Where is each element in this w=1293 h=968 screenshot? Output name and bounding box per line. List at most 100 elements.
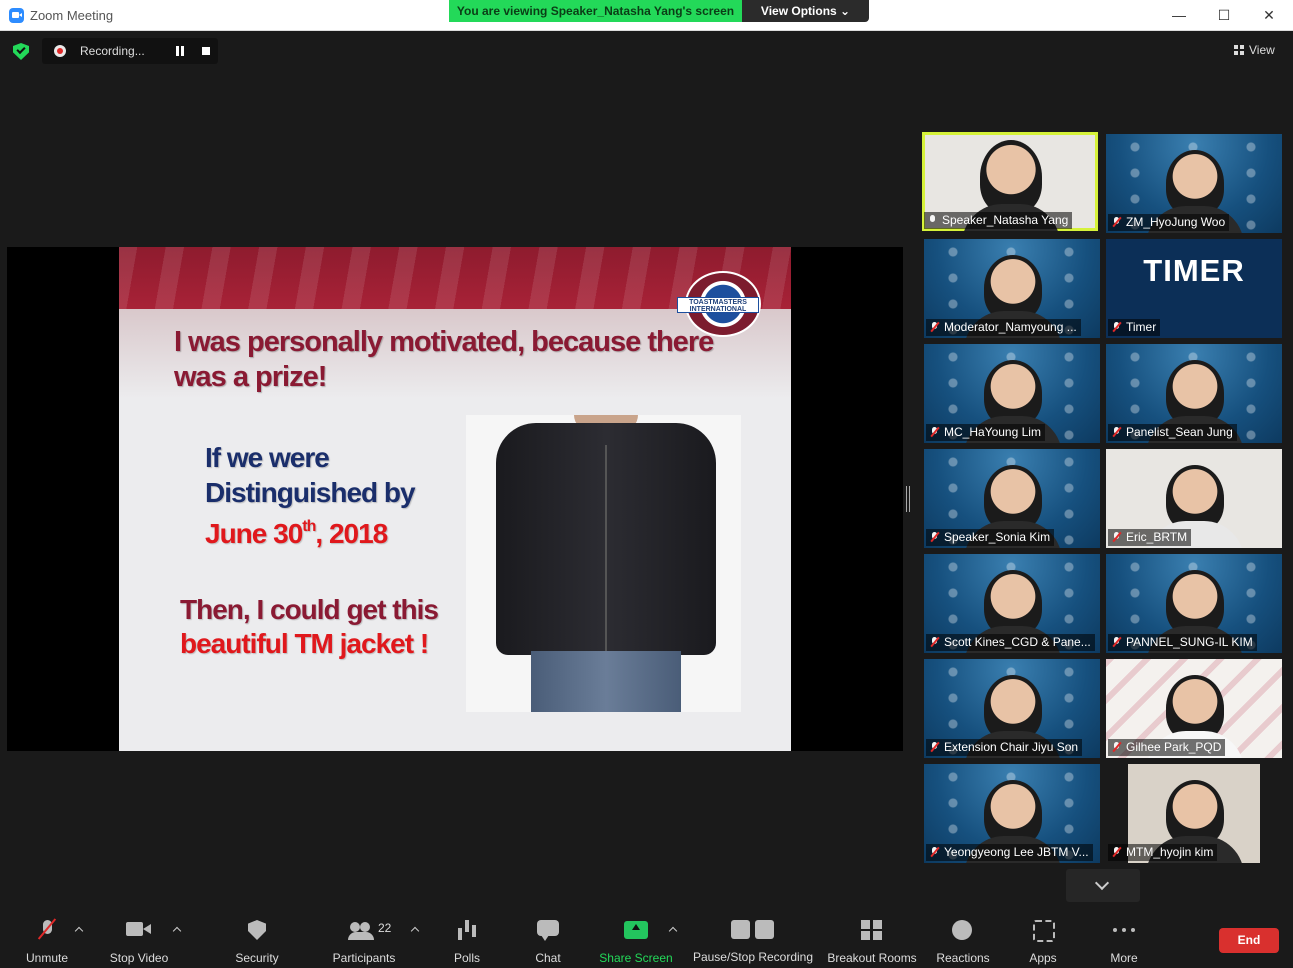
breakout-rooms-button[interactable]: Breakout Rooms — [826, 918, 918, 968]
video-tile-mtm-hyojin-kim[interactable]: MTM_hyojin kim — [1106, 764, 1282, 863]
unmute-button[interactable]: Unmute — [20, 918, 74, 968]
video-tile-extension-chair-jiyu-son[interactable]: Extension Chair Jiyu Son — [924, 659, 1100, 758]
security-button[interactable]: Security — [228, 918, 286, 968]
toastmasters-logo-text: TOASTMASTERS INTERNATIONAL — [677, 297, 759, 313]
participant-name-text: MTM_hyojin kim — [1126, 845, 1214, 859]
breakout-rooms-label: Breakout Rooms — [827, 951, 917, 965]
participant-name-text: Timer — [1126, 320, 1157, 334]
apps-label: Apps — [1029, 951, 1057, 965]
participant-name: Moderator_Namyoung ... — [926, 319, 1081, 336]
participant-name-text: MC_HaYoung Lim — [944, 425, 1041, 439]
slide-headline-line1: I was personally motivated, because ther… — [174, 326, 714, 358]
mic-muted-icon — [930, 322, 939, 332]
gallery-scroll-down-button[interactable] — [1066, 869, 1140, 902]
end-meeting-button[interactable]: End — [1219, 928, 1279, 953]
participants-label: Participants — [332, 951, 396, 965]
video-tile-moderator-namyoung[interactable]: Moderator_Namyoung ... — [924, 239, 1100, 338]
slide-then-line: Then, I could get this — [180, 594, 439, 625]
split-resize-handle[interactable] — [906, 486, 910, 512]
more-button[interactable]: More — [1104, 918, 1144, 968]
apps-icon — [1033, 918, 1055, 942]
security-label: Security — [235, 951, 279, 965]
video-camera-icon — [126, 918, 152, 942]
video-tile-gilhee-park[interactable]: Gilhee Park_PQD — [1106, 659, 1282, 758]
recording-dot-icon — [54, 45, 66, 57]
mic-muted-icon — [1112, 217, 1121, 227]
participant-video — [980, 140, 1042, 214]
share-screen-arrow-icon — [624, 918, 648, 942]
participant-name: MC_HaYoung Lim — [926, 424, 1045, 441]
zoom-meeting-window: Zoom Meeting — ☐ ✕ You are viewing Speak… — [0, 0, 1293, 968]
recording-label: Recording... — [80, 44, 145, 58]
slide-headline-line2: was a prize! — [174, 361, 327, 393]
participants-count: 22 — [378, 921, 392, 935]
window-title: Zoom Meeting — [30, 8, 114, 23]
share-screen-button[interactable]: Share Screen — [598, 918, 674, 968]
more-label: More — [1110, 951, 1138, 965]
mic-muted-icon — [1112, 847, 1121, 857]
reactions-label: Reactions — [936, 951, 990, 965]
pause-recording-icon[interactable] — [175, 46, 185, 56]
pause-stop-recording-label: Pause/Stop Recording — [692, 950, 814, 964]
mic-muted-icon — [930, 847, 939, 857]
viewing-screen-banner: You are viewing Speaker_Natasha Yang's s… — [449, 0, 742, 22]
slide-date-sup: th — [302, 518, 316, 535]
slide-then-red-line: beautiful TM jacket ! — [180, 628, 429, 659]
video-tile-timer[interactable]: TIMER Timer — [1106, 239, 1282, 338]
reactions-button[interactable]: Reactions — [934, 918, 992, 968]
polls-chart-icon — [458, 918, 476, 942]
participant-name: Extension Chair Jiyu Son — [926, 739, 1083, 756]
participant-name-text: Moderator_Namyoung ... — [944, 320, 1077, 334]
timer-display: TIMER — [1143, 253, 1245, 288]
participant-name: Yeongyeong Lee JBTM V... — [926, 844, 1093, 861]
pause-stop-recording-button[interactable]: Pause/Stop Recording — [692, 918, 814, 968]
polls-label: Polls — [453, 951, 480, 965]
mic-on-icon — [928, 215, 937, 225]
participant-name-text: Extension Chair Jiyu Son — [944, 740, 1079, 754]
recording-indicator: Recording... — [42, 38, 218, 64]
zoom-app-icon — [9, 8, 24, 23]
participant-name: Timer — [1108, 319, 1161, 336]
participant-name-text: PANNEL_SUNG-IL KIM — [1126, 635, 1253, 649]
video-tile-speaker-sonia-kim[interactable]: Speaker_Sonia Kim — [924, 449, 1100, 548]
apps-button[interactable]: Apps — [1022, 918, 1064, 968]
video-tile-zm-hyojung-woo[interactable]: ZM_HyoJung Woo — [1106, 134, 1282, 233]
participant-name-text: Yeongyeong Lee JBTM V... — [944, 845, 1089, 859]
video-tile-scott-kines[interactable]: Scott Kines_CGD & Pane... — [924, 554, 1100, 653]
participant-name-text: Scott Kines_CGD & Pane... — [944, 635, 1091, 649]
maximize-button[interactable]: ☐ — [1201, 0, 1247, 31]
stop-video-button[interactable]: Stop Video — [104, 918, 174, 968]
jacket-zip — [605, 445, 607, 655]
participant-name-text: Eric_BRTM — [1126, 530, 1188, 544]
chat-bubble-icon — [537, 918, 559, 942]
share-screen-label: Share Screen — [599, 951, 673, 965]
security-shield-icon — [248, 918, 266, 942]
mic-muted-icon — [930, 427, 939, 437]
video-tile-eric-brtm[interactable]: Eric_BRTM — [1106, 449, 1282, 548]
video-tile-pannel-sung-il-kim[interactable]: PANNEL_SUNG-IL KIM — [1106, 554, 1282, 653]
shared-screen: TOASTMASTERS INTERNATIONAL I was persona… — [7, 247, 903, 751]
participant-name-text: Gilhee Park_PQD — [1126, 740, 1222, 754]
stop-recording-icon[interactable] — [202, 47, 210, 55]
participant-name: ZM_HyoJung Woo — [1108, 214, 1230, 231]
participant-name: Panelist_Sean Jung — [1108, 424, 1237, 441]
mic-muted-icon — [1112, 742, 1121, 752]
participant-name: PANNEL_SUNG-IL KIM — [1108, 634, 1257, 651]
mic-muted-icon — [1112, 427, 1121, 437]
slide-date-year: , 2018 — [315, 518, 388, 549]
view-layout-button[interactable]: View — [1234, 43, 1275, 57]
unmute-label: Unmute — [25, 951, 69, 965]
more-dots-icon — [1113, 918, 1135, 942]
video-tile-speaker-natasha-yang[interactable]: Speaker_Natasha Yang — [922, 132, 1098, 231]
close-button[interactable]: ✕ — [1246, 0, 1292, 31]
video-tile-mc-hayoung-lim[interactable]: MC_HaYoung Lim — [924, 344, 1100, 443]
participant-name: Eric_BRTM — [1108, 529, 1192, 546]
slide-headline: I was personally motivated, because ther… — [174, 325, 734, 395]
minimize-button[interactable]: — — [1156, 0, 1202, 31]
video-tile-panelist-sean-jung[interactable]: Panelist_Sean Jung — [1106, 344, 1282, 443]
video-tile-yeongyeong-lee[interactable]: Yeongyeong Lee JBTM V... — [924, 764, 1100, 863]
view-options-button[interactable]: View Options ⌄ — [742, 0, 869, 22]
slide-date-main: June 30 — [205, 518, 303, 549]
chat-button[interactable]: Chat — [528, 918, 568, 968]
polls-button[interactable]: Polls — [446, 918, 488, 968]
